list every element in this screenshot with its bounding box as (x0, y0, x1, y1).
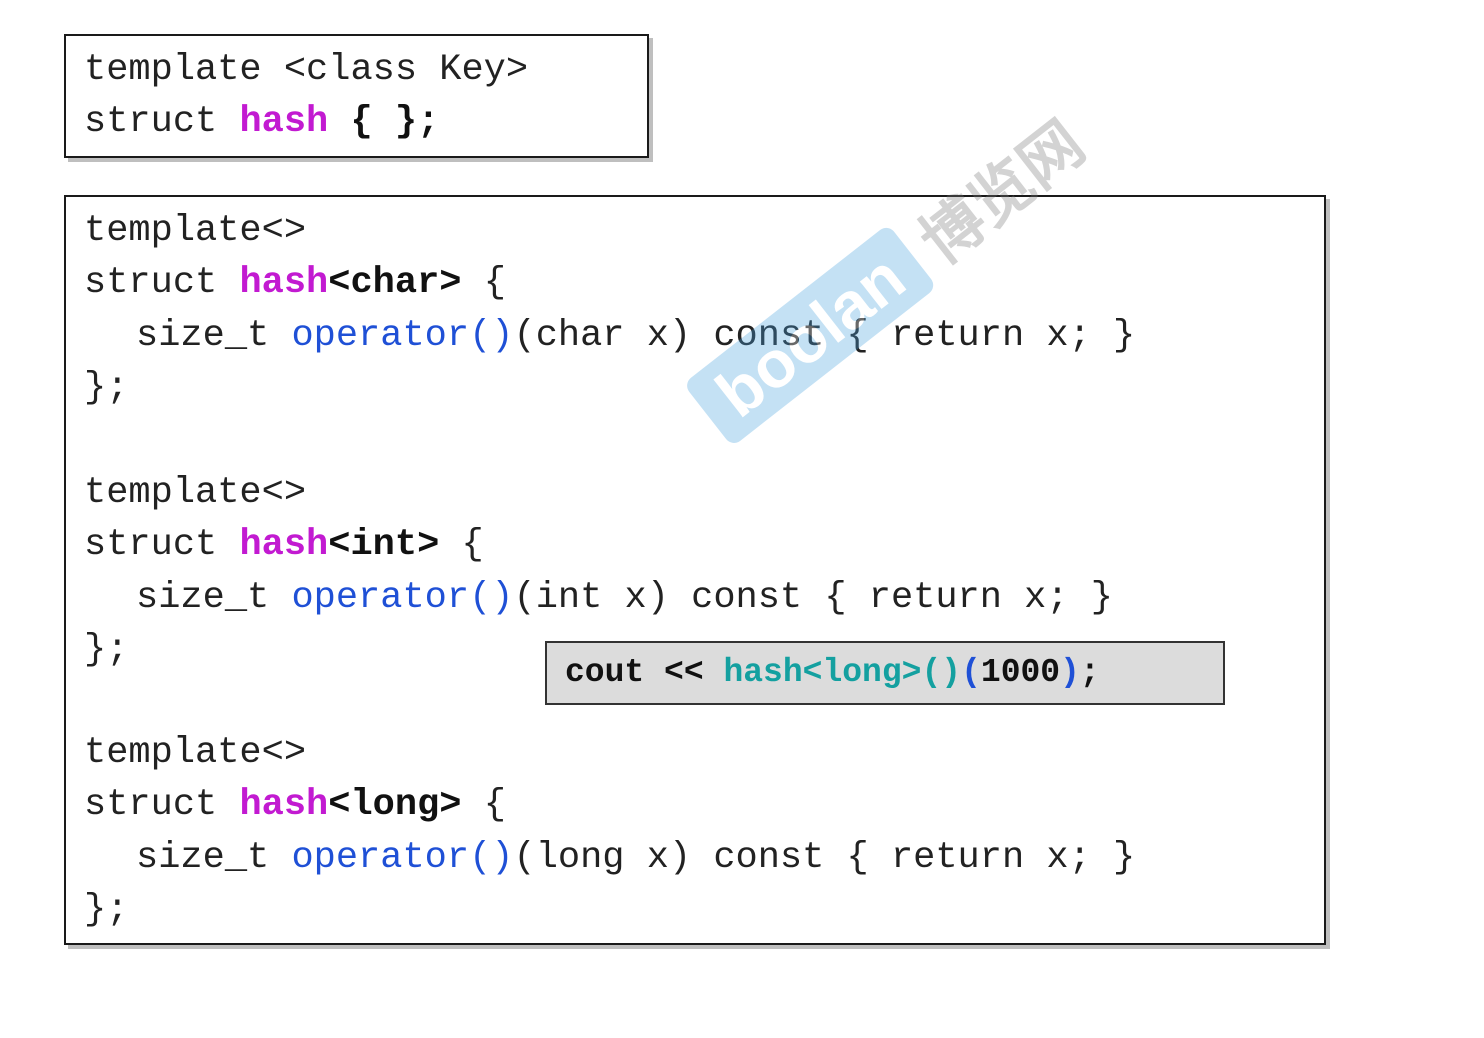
close-brace: }; (84, 629, 129, 671)
struct-keyword: struct (84, 784, 240, 826)
struct-keyword: struct (84, 101, 240, 143)
close-brace: }; (84, 367, 129, 409)
spec-long-struct-line: struct hash<long> { (84, 779, 506, 831)
cout-prefix: cout << (565, 654, 724, 691)
type-argument: <char> (328, 262, 462, 304)
struct-body: { }; (328, 101, 440, 143)
template-header: template<> (84, 732, 307, 774)
spec-int-body-line: size_t operator()(int x) const { return … (136, 572, 1113, 624)
type-argument: <int> (328, 524, 440, 566)
operator-body: (int x) const { return x; } (513, 577, 1113, 619)
spec-char-header: template<> (84, 205, 306, 257)
primary-template-code-box: template <class Key> struct hash { }; (64, 34, 649, 158)
spec-char-struct-line: struct hash<char> { (84, 257, 506, 309)
open-brace: { (461, 784, 506, 826)
type-argument: <long> (328, 784, 462, 826)
struct-name: hash (239, 784, 329, 826)
open-brace: { (439, 524, 484, 566)
call-example-box: cout << hash<long>()(1000); (545, 641, 1225, 705)
operator-name: operator() (291, 577, 514, 619)
struct-keyword: struct (84, 262, 240, 304)
operator-body: (char x) const { return x; } (513, 315, 1136, 357)
operator-body: (long x) const { return x; } (513, 837, 1136, 879)
paren-open: ( (961, 654, 981, 691)
spec-char-close: }; (84, 362, 128, 414)
spec-long-body-line: size_t operator()(long x) const { return… (136, 832, 1135, 884)
struct-keyword: struct (84, 524, 240, 566)
spec-int-close: }; (84, 624, 128, 676)
semicolon: ; (1079, 654, 1100, 691)
return-type: size_t (136, 577, 292, 619)
close-brace: }; (84, 889, 129, 931)
spec-int-struct-line: struct hash<int> { (84, 519, 484, 571)
struct-name: hash (239, 262, 329, 304)
struct-name: hash (239, 101, 329, 143)
spec-int-header: template<> (84, 467, 306, 519)
struct-name: hash (239, 524, 329, 566)
primary-template-line-1: template <class Key> (84, 44, 528, 96)
template-declaration: template <class Key> (84, 49, 529, 91)
return-type: size_t (136, 837, 292, 879)
operator-name: operator() (291, 837, 514, 879)
return-type: size_t (136, 315, 292, 357)
paren-close: ) (1060, 654, 1080, 691)
spec-long-close: }; (84, 884, 128, 936)
spec-long-header: template<> (84, 727, 306, 779)
specializations-code-box: template<> struct hash<char> { size_t op… (64, 195, 1326, 945)
template-header: template<> (84, 210, 307, 252)
call-argument: 1000 (980, 654, 1061, 691)
operator-name: operator() (291, 315, 514, 357)
open-brace: { (461, 262, 506, 304)
template-header: template<> (84, 472, 307, 514)
spec-char-body-line: size_t operator()(char x) const { return… (136, 310, 1135, 362)
primary-template-line-2: struct hash { }; (84, 96, 439, 148)
hash-long-call: hash<long>() (723, 654, 962, 691)
